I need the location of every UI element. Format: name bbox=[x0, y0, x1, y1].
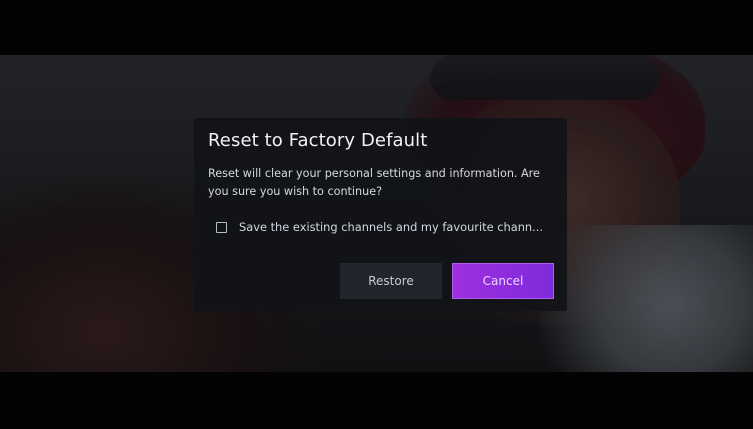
save-channels-option[interactable]: Save the existing channels and my favour… bbox=[216, 219, 543, 235]
tv-screen: Reset to Factory Default Reset will clea… bbox=[0, 0, 753, 429]
cancel-button[interactable]: Cancel bbox=[452, 263, 554, 299]
dialog-title: Reset to Factory Default bbox=[208, 130, 428, 151]
dialog-message: Reset will clear your personal settings … bbox=[208, 167, 540, 198]
letterbox-bottom bbox=[0, 372, 753, 429]
restore-button[interactable]: Restore bbox=[340, 263, 442, 299]
letterbox-top bbox=[0, 0, 753, 55]
factory-reset-dialog: Reset to Factory Default Reset will clea… bbox=[194, 118, 567, 311]
checkbox-unchecked-icon[interactable] bbox=[216, 221, 227, 233]
save-channels-label: Save the existing channels and my favour… bbox=[239, 220, 544, 234]
